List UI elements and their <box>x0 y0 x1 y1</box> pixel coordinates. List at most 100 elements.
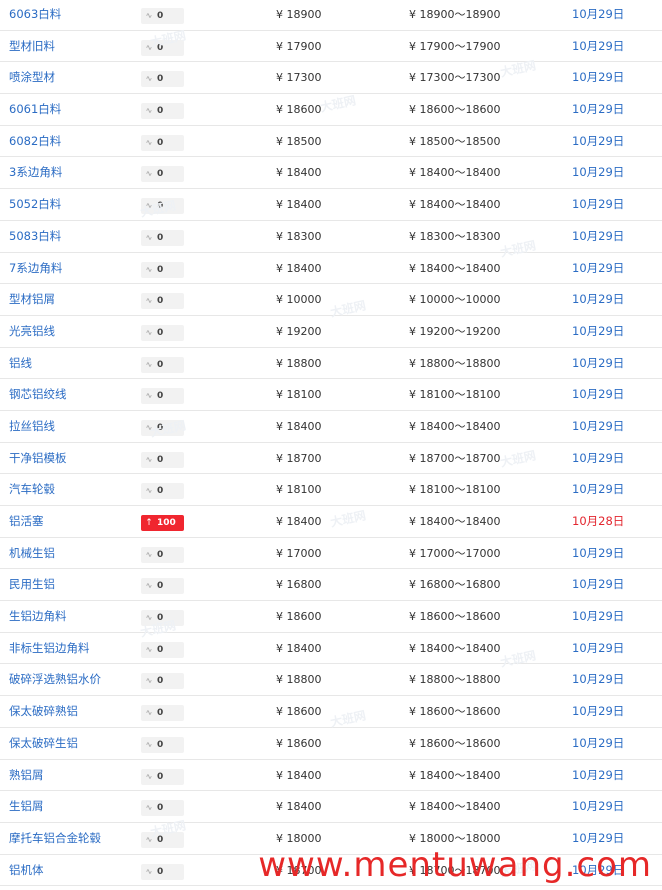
price-number: 17300 <box>286 71 322 85</box>
material-name-link[interactable]: 拉丝铝线 <box>9 411 55 442</box>
flat-wave-icon: ∿ <box>145 613 153 623</box>
material-name-link[interactable]: 6082白料 <box>9 126 61 157</box>
price-number: 18600 <box>286 736 322 750</box>
material-name-link[interactable]: 6063白料 <box>9 0 61 30</box>
price-range: ¥ 18400～18400 <box>409 506 501 537</box>
currency-symbol: ¥ <box>409 71 416 85</box>
price-range: ¥ 18400～18400 <box>409 791 501 822</box>
price-number: 18800 <box>286 673 322 687</box>
material-name-link[interactable]: 钢芯铝绞线 <box>9 379 67 410</box>
change-badge: ∿ 0 <box>141 388 184 405</box>
material-name-link[interactable]: 5083白料 <box>9 221 61 252</box>
price-number: 18800 <box>286 356 322 370</box>
table-row: 型材铝屑 ∿ 0 ¥ 10000 ¥ 10000～10000 10月29日 <box>0 284 662 316</box>
change-value: 0 <box>157 327 164 338</box>
currency-symbol: ¥ <box>276 705 283 719</box>
currency-symbol: ¥ <box>409 483 416 497</box>
table-row: 保太破碎生铝 ∿ 0 ¥ 18600 ¥ 18600～18600 10月29日 <box>0 727 662 760</box>
price-range: ¥ 18600～18600 <box>409 696 501 727</box>
material-name-link[interactable]: 喷涂型材 <box>9 62 55 93</box>
price-number: 18900 <box>286 8 322 21</box>
currency-symbol: ¥ <box>276 800 283 814</box>
change-badge: ∿ 0 <box>141 800 184 817</box>
material-name-link[interactable]: 汽车轮毂 <box>9 474 55 505</box>
flat-wave-icon: ∿ <box>145 549 153 559</box>
price-range: ¥ 18100～18100 <box>409 474 501 505</box>
material-name-link[interactable]: 机械生铝 <box>9 538 55 569</box>
price-range-value: 19200～19200 <box>419 324 501 338</box>
change-value: 0 <box>157 137 164 148</box>
currency-symbol: ¥ <box>276 71 283 85</box>
material-name-link[interactable]: 铝线 <box>9 348 32 379</box>
price-range: ¥ 18400～18400 <box>409 760 501 791</box>
price-range-value: 18400～18400 <box>419 419 501 433</box>
update-date: 10月29日 <box>572 830 625 845</box>
material-name-link[interactable]: 保太破碎熟铝 <box>9 696 78 727</box>
change-value: 0 <box>157 803 164 814</box>
material-name-link[interactable]: 型材铝屑 <box>9 284 55 315</box>
price-range-value: 18100～18100 <box>419 388 501 402</box>
material-name-link[interactable]: 3系边角料 <box>9 157 62 188</box>
material-name-link[interactable]: 光亮铝线 <box>9 316 55 347</box>
flat-wave-icon: ∿ <box>145 264 153 274</box>
change-badge: ∿ 0 <box>141 71 184 88</box>
material-name-link[interactable]: 生铝边角料 <box>9 601 67 632</box>
flat-wave-icon: ∿ <box>145 74 153 84</box>
price-value: ¥ 18800 <box>276 664 322 695</box>
material-name-link[interactable]: 非标生铝边角料 <box>9 633 90 664</box>
material-name-link[interactable]: 民用生铝 <box>9 569 55 600</box>
price-range: ¥ 17300～17300 <box>409 62 501 93</box>
price-range-value: 17300～17300 <box>419 71 501 85</box>
change-value: 0 <box>157 169 164 180</box>
currency-symbol: ¥ <box>276 483 283 497</box>
currency-symbol: ¥ <box>409 736 416 750</box>
change-value: 0 <box>157 232 164 243</box>
material-name-link[interactable]: 6061白料 <box>9 94 61 125</box>
table-row: 6082白料 ∿ 0 ¥ 18500 ¥ 18500～18500 10月29日 <box>0 125 662 158</box>
change-value: 0 <box>157 11 164 21</box>
price-range: ¥ 18000～18000 <box>409 823 501 854</box>
change-value: 0 <box>157 834 164 845</box>
change-value: 0 <box>157 644 164 655</box>
change-value: 0 <box>157 391 164 402</box>
material-name-link[interactable]: 熟铝屑 <box>9 760 44 791</box>
flat-wave-icon: ∿ <box>145 834 153 844</box>
price-range: ¥ 18400～18400 <box>409 633 501 664</box>
currency-symbol: ¥ <box>409 261 416 275</box>
currency-symbol: ¥ <box>409 103 416 117</box>
update-date: 10月29日 <box>572 672 625 687</box>
price-range: ¥ 18400～18400 <box>409 189 501 220</box>
price-number: 18700 <box>286 451 322 465</box>
price-number: 16800 <box>286 578 322 592</box>
material-name-link[interactable]: 生铝屑 <box>9 791 44 822</box>
material-name-link[interactable]: 型材旧料 <box>9 31 55 62</box>
change-badge: ∿ 0 <box>141 229 184 246</box>
price-value: ¥ 18600 <box>276 728 322 759</box>
material-name-link[interactable]: 保太破碎生铝 <box>9 728 78 759</box>
price-range: ¥ 16800～16800 <box>409 569 501 600</box>
flat-wave-icon: ∿ <box>145 11 153 20</box>
price-range: ¥ 18700～18700 <box>409 443 501 474</box>
material-name-link[interactable]: 铝活塞 <box>9 506 44 537</box>
price-range: ¥ 18600～18600 <box>409 94 501 125</box>
table-row: 摩托车铝合金轮毂 ∿ 0 ¥ 18000 ¥ 18000～18000 10月29日 <box>0 822 662 855</box>
material-name-link[interactable]: 破碎浮选熟铝水价 <box>9 664 101 695</box>
table-row: 拉丝铝线 ∿ 0 ¥ 18400 ¥ 18400～18400 10月29日 <box>0 410 662 443</box>
currency-symbol: ¥ <box>276 768 283 782</box>
price-value: ¥ 17000 <box>276 538 322 569</box>
price-range-value: 18500～18500 <box>419 134 501 148</box>
currency-symbol: ¥ <box>409 610 416 624</box>
material-name-link[interactable]: 铝机体 <box>9 855 44 886</box>
price-range-value: 17000～17000 <box>419 546 501 560</box>
material-name-link[interactable]: 干净铝模板 <box>9 443 67 474</box>
material-name-link[interactable]: 7系边角料 <box>9 253 62 284</box>
currency-symbol: ¥ <box>276 103 283 117</box>
price-number: 18600 <box>286 103 322 117</box>
material-name-link[interactable]: 摩托车铝合金轮毂 <box>9 823 101 854</box>
table-row: 铝活塞 ↑ 100 ¥ 18400 ¥ 18400～18400 10月28日 <box>0 506 662 538</box>
material-name-link[interactable]: 5052白料 <box>9 189 61 220</box>
price-range-value: 18000～18000 <box>419 831 501 845</box>
flat-wave-icon: ∿ <box>145 296 153 306</box>
change-badge: ∿ 0 <box>141 419 184 436</box>
change-value: 0 <box>157 708 164 719</box>
